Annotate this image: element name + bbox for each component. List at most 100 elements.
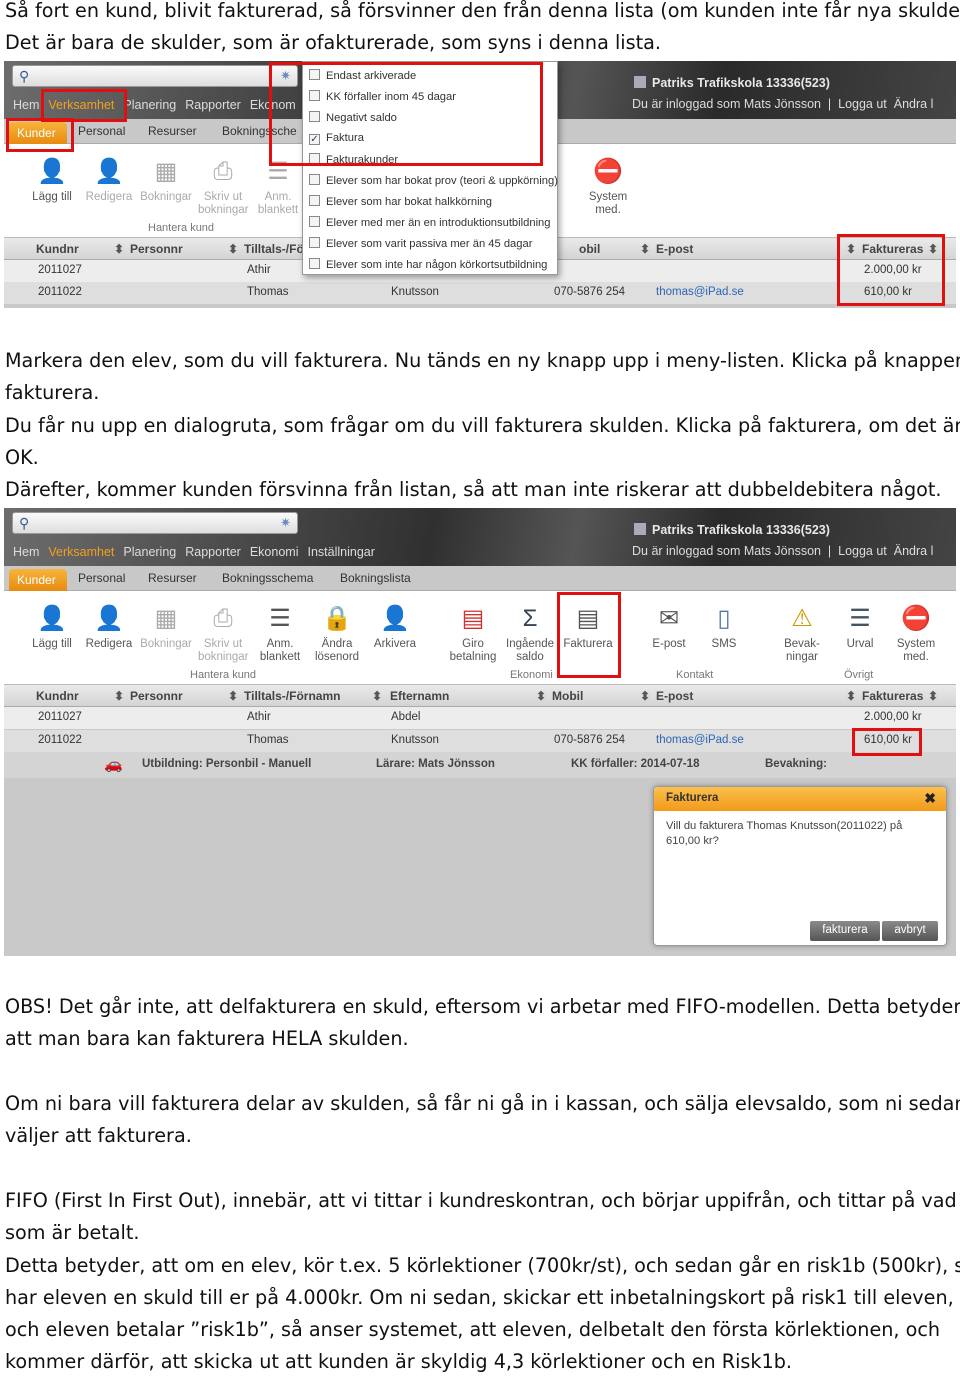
sort-icon[interactable]: ⬍ xyxy=(228,242,238,256)
change-password-button[interactable]: 🔒 Ändra lösenord xyxy=(310,605,364,663)
change-link[interactable]: Ändra l xyxy=(894,97,934,111)
sort-icon[interactable]: ⬍ xyxy=(640,689,650,703)
sms-button[interactable]: ▯ SMS xyxy=(704,605,744,651)
col-epost[interactable]: E-post xyxy=(656,242,693,256)
selection-icon: ☰ xyxy=(849,605,871,632)
sort-icon[interactable]: ⬍ xyxy=(372,689,382,703)
nav-planering[interactable]: Planering xyxy=(123,98,176,112)
opening-balance-button[interactable]: Σ Ingående saldo xyxy=(504,605,556,663)
col-mobil[interactable]: Mobil xyxy=(552,689,583,703)
nav-hem[interactable]: Hem xyxy=(13,545,39,559)
checkbox[interactable] xyxy=(309,237,320,248)
tab-personal[interactable]: Personal xyxy=(78,124,125,138)
edit-button[interactable]: 👤 Redigera xyxy=(84,605,134,651)
school-name: Patriks Trafikskola 13336(523) xyxy=(634,523,830,537)
filter-label: Elever som inte har någon körkortsutbild… xyxy=(326,259,548,271)
col-epost[interactable]: E-post xyxy=(656,689,693,703)
nav-installningar[interactable]: Inställningar xyxy=(307,545,374,559)
filter-option[interactable]: Elever som varit passiva mer än 45 dagar xyxy=(309,237,532,250)
nav-hem[interactable]: Hem xyxy=(13,98,39,112)
nav-planering[interactable]: Planering xyxy=(123,545,176,559)
col-kundnr[interactable]: Kundnr xyxy=(36,689,79,703)
highlight-filter xyxy=(269,62,543,166)
nav-verksamhet[interactable]: Verksamhet xyxy=(48,545,114,559)
col-mobil-tail[interactable]: obil xyxy=(579,242,600,256)
giro-button[interactable]: ▤ Giro betalning xyxy=(448,605,498,663)
col-faktureras[interactable]: Faktureras xyxy=(862,689,923,703)
tab-bokningslista[interactable]: Bokningslista xyxy=(340,571,411,585)
watch-button[interactable]: ⚠ Bevak-ningar xyxy=(778,605,826,663)
change-link[interactable]: Ändra l xyxy=(894,544,934,558)
system-message-button[interactable]: ⛔ System med. xyxy=(584,158,632,216)
col-kundnr[interactable]: Kundnr xyxy=(36,242,79,256)
sort-icon[interactable]: ⬍ xyxy=(536,689,546,703)
selection-button[interactable]: ☰ Urval xyxy=(838,605,882,651)
col-personnr[interactable]: Personnr xyxy=(130,242,183,256)
form-button[interactable]: ☰ Anm. blankett xyxy=(256,605,304,663)
form-button[interactable]: ☰ Anm. blankett xyxy=(256,158,300,216)
settings-icon[interactable]: ✷ xyxy=(280,515,291,531)
sort-icon[interactable]: ⬍ xyxy=(846,689,856,703)
highlight-kunder xyxy=(6,118,74,152)
bookings-button[interactable]: ▦ Bokningar xyxy=(139,158,193,204)
tab-resurser[interactable]: Resurser xyxy=(148,571,197,585)
filter-option[interactable]: Elever med mer än en introduktionsutbild… xyxy=(309,216,551,229)
nav-rapporter[interactable]: Rapporter xyxy=(185,98,241,112)
cell-efternamn: Abdel xyxy=(391,711,421,723)
col-personnr[interactable]: Personnr xyxy=(130,689,183,703)
school-label: Patriks Trafikskola 13336(523) xyxy=(652,523,830,537)
tab-personal[interactable]: Personal xyxy=(78,571,125,585)
steps-line: Därefter, kommer kunden försvinna från l… xyxy=(5,478,942,502)
form-icon: ☰ xyxy=(269,605,291,632)
grid-header: Kundnr ⬍ Personnr ⬍ Tilltals-/Förnamn ⬍ … xyxy=(4,685,956,707)
nav-ekonomi[interactable]: Ekonomi xyxy=(250,545,299,559)
filter-option[interactable]: Elever som har bokat halkkörning xyxy=(309,195,492,208)
edit-button[interactable]: 👤 Redigera xyxy=(84,158,134,204)
cell-epost[interactable]: thomas@iPad.se xyxy=(656,734,744,746)
checkbox[interactable] xyxy=(309,195,320,206)
print-bookings-button[interactable]: ⎙ Skriv ut bokningar xyxy=(198,158,249,216)
info-bevakning: Bevakning: xyxy=(765,758,827,770)
add-button[interactable]: 👤 Lägg till xyxy=(28,605,76,651)
table-row-selected[interactable]: 2011022 Thomas Knutsson 070-5876 254 tho… xyxy=(4,730,956,752)
sort-icon[interactable]: ⬍ xyxy=(228,689,238,703)
tab-bokningsschema[interactable]: Bokningsschema xyxy=(222,571,313,585)
col-fornamn[interactable]: Tilltals-/Fö xyxy=(244,242,304,256)
cell-epost[interactable]: thomas@iPad.se xyxy=(656,286,744,298)
archive-button[interactable]: 👤 Arkivera xyxy=(370,605,420,651)
fakturera-button[interactable]: fakturera xyxy=(810,921,880,941)
partial-text: Om ni bara vill fakturera delar av skuld… xyxy=(5,1088,960,1153)
dialog-message: Vill du fakturera Thomas Knutsson(201102… xyxy=(666,820,903,847)
nav-rapporter[interactable]: Rapporter xyxy=(185,545,241,559)
steps-line: Du får nu upp en dialogruta, som frågar … xyxy=(5,413,960,437)
checkbox[interactable] xyxy=(309,174,320,185)
avbryt-button[interactable]: avbryt xyxy=(882,921,938,941)
table-row[interactable]: 2011027 Athir Abdel 2.000,00 kr xyxy=(4,707,956,729)
logout-link[interactable]: Logga ut xyxy=(838,544,887,558)
filter-option[interactable]: Elever som har bokat prov (teori & uppkö… xyxy=(309,174,558,187)
car-icon: 🚗 xyxy=(104,756,123,773)
sort-icon[interactable]: ⬍ xyxy=(114,242,124,256)
close-icon[interactable]: ✖ xyxy=(924,790,936,807)
tab-kunder[interactable]: Kunder xyxy=(9,569,67,591)
table-row[interactable]: 2011022 Thomas Knutsson 070-5876 254 tho… xyxy=(4,282,956,304)
logout-link[interactable]: Logga ut xyxy=(838,97,887,111)
search-input[interactable]: ⚲ ✷ xyxy=(12,512,298,534)
col-efternamn[interactable]: Efternamn xyxy=(390,689,449,703)
checkbox[interactable] xyxy=(309,258,320,269)
email-button[interactable]: ✉ E-post xyxy=(644,605,694,651)
bookings-button[interactable]: ▦ Bokningar xyxy=(139,605,193,651)
print-bookings-button[interactable]: ⎙ Skriv ut bokningar xyxy=(198,605,249,663)
checkbox[interactable] xyxy=(309,216,320,227)
add-button[interactable]: 👤 Lägg till xyxy=(28,158,76,204)
login-line: Du är inloggad som Mats Jönsson | Logga … xyxy=(632,544,934,558)
system-message-button[interactable]: ⛔ System med. xyxy=(892,605,940,663)
sort-icon[interactable]: ⬍ xyxy=(640,242,650,256)
sort-icon[interactable]: ⬍ xyxy=(928,689,938,703)
search-input[interactable]: ⚲ ✷ xyxy=(12,65,298,87)
tab-resurser[interactable]: Resurser xyxy=(148,124,197,138)
sort-icon[interactable]: ⬍ xyxy=(114,689,124,703)
col-fornamn[interactable]: Tilltals-/Förnamn xyxy=(244,689,340,703)
filter-option[interactable]: Elever som inte har någon körkortsutbild… xyxy=(309,258,547,271)
steps-line: OK. xyxy=(5,445,39,469)
